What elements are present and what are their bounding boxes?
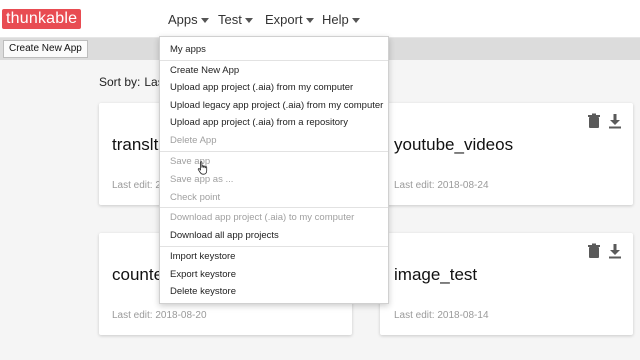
create-new-app-button[interactable]: Create New App [3, 40, 88, 58]
menu-test[interactable]: Test [218, 12, 253, 27]
download-icon[interactable] [608, 113, 622, 129]
chevron-down-icon [351, 18, 360, 24]
apps-dropdown-menu: My apps Create New App Upload app projec… [159, 36, 389, 304]
menu-item-download-all-projects[interactable]: Download all app projects [170, 230, 279, 241]
trash-icon[interactable] [587, 113, 601, 129]
menu-help-label: Help [322, 12, 349, 27]
menu-apps[interactable]: Apps [168, 12, 209, 27]
menu-help[interactable]: Help [322, 12, 360, 27]
project-last-edit: Last edit: 2018-08-24 [394, 180, 489, 191]
menu-test-label: Test [218, 12, 242, 27]
chevron-down-icon [244, 18, 253, 24]
project-title: counte [112, 265, 164, 284]
menu-export[interactable]: Export [265, 12, 314, 27]
menu-apps-label: Apps [168, 12, 198, 27]
top-navigation-bar: thunkable Apps Test Export Help [0, 0, 640, 38]
menu-item-check-point: Check point [170, 192, 221, 203]
hand-pointer-cursor-icon [197, 161, 209, 175]
menu-divider [160, 246, 388, 247]
chevron-down-icon [305, 18, 314, 24]
menu-divider [160, 60, 388, 61]
project-title: translt [112, 135, 159, 154]
menu-item-my-apps[interactable]: My apps [170, 44, 206, 55]
project-last-edit: Last edit: 2018-08-14 [394, 310, 489, 321]
project-title: image_test [394, 265, 478, 284]
menu-item-upload-aia[interactable]: Upload app project (.aia) from my comput… [170, 82, 353, 93]
card-actions [587, 243, 622, 259]
menu-item-upload-from-repository[interactable]: Upload app project (.aia) from a reposit… [170, 117, 348, 128]
menu-item-delete-keystore[interactable]: Delete keystore [170, 286, 236, 297]
project-title: youtube_videos [394, 135, 514, 154]
menu-item-upload-legacy-aia[interactable]: Upload legacy app project (.aia) from my… [170, 100, 383, 111]
project-card-image-test[interactable]: image_test Last edit: 2018-08-14 [380, 233, 633, 335]
sort-by-label: Sort by: [99, 75, 141, 89]
menu-item-save-app-as: Save app as ... [170, 174, 234, 185]
thunkable-logo[interactable]: thunkable [2, 9, 82, 29]
sort-by-control[interactable]: Sort by: Las [99, 75, 164, 89]
menu-export-label: Export [265, 12, 303, 27]
menu-divider [160, 207, 388, 208]
menu-divider [160, 151, 388, 152]
download-icon[interactable] [608, 243, 622, 259]
menu-item-export-keystore[interactable]: Export keystore [170, 269, 236, 280]
chevron-down-icon [200, 18, 209, 24]
menu-item-download-aia: Download app project (.aia) to my comput… [170, 212, 355, 223]
card-actions [587, 113, 622, 129]
project-last-edit: Last edit: 2018-08-20 [112, 310, 207, 321]
trash-icon[interactable] [587, 243, 601, 259]
menu-item-create-new-app[interactable]: Create New App [170, 65, 239, 76]
project-card-youtube-videos[interactable]: youtube_videos Last edit: 2018-08-24 [380, 103, 633, 205]
menu-item-delete-app: Delete App [170, 135, 217, 146]
menu-item-import-keystore[interactable]: Import keystore [170, 251, 235, 262]
